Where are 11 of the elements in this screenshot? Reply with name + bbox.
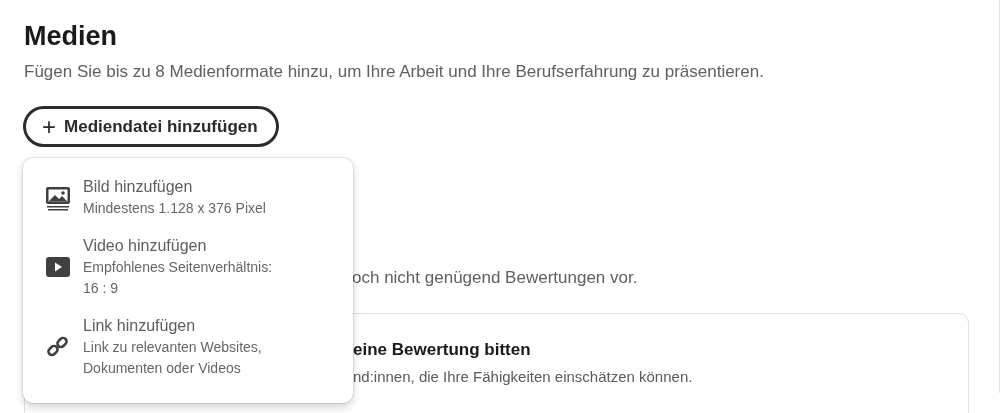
add-media-button[interactable]: + Mediendatei hinzufügen [24,107,278,146]
card-title: eine Bewertung bitten [353,339,532,361]
menu-item[interactable]: Link hinzufügen Link zu relevanten Websites, Dokumenten oder Videos [23,311,353,391]
play-icon [45,254,71,280]
card-text: nd:innen, die Ihre Fähigkeiten einschätzen können. [353,367,694,387]
ratings-note: och nicht genügend Bewertungen vor. [352,267,638,289]
section-title: Medien [24,20,118,52]
menu-item[interactable]: Video hinzufügen Empfohlenes Seitenverhältnis: 16 : 9 [23,231,353,311]
image-icon [45,184,71,211]
menu-item[interactable]: Bild hinzufügen Mindestens 1.128 x 376 Pixel [23,172,353,231]
section-description: Fügen Sie bis zu 8 Medienformate hinzu, um Ihre Arbeit und Ihre Berufserfahrung zu präsentieren. [24,61,765,83]
